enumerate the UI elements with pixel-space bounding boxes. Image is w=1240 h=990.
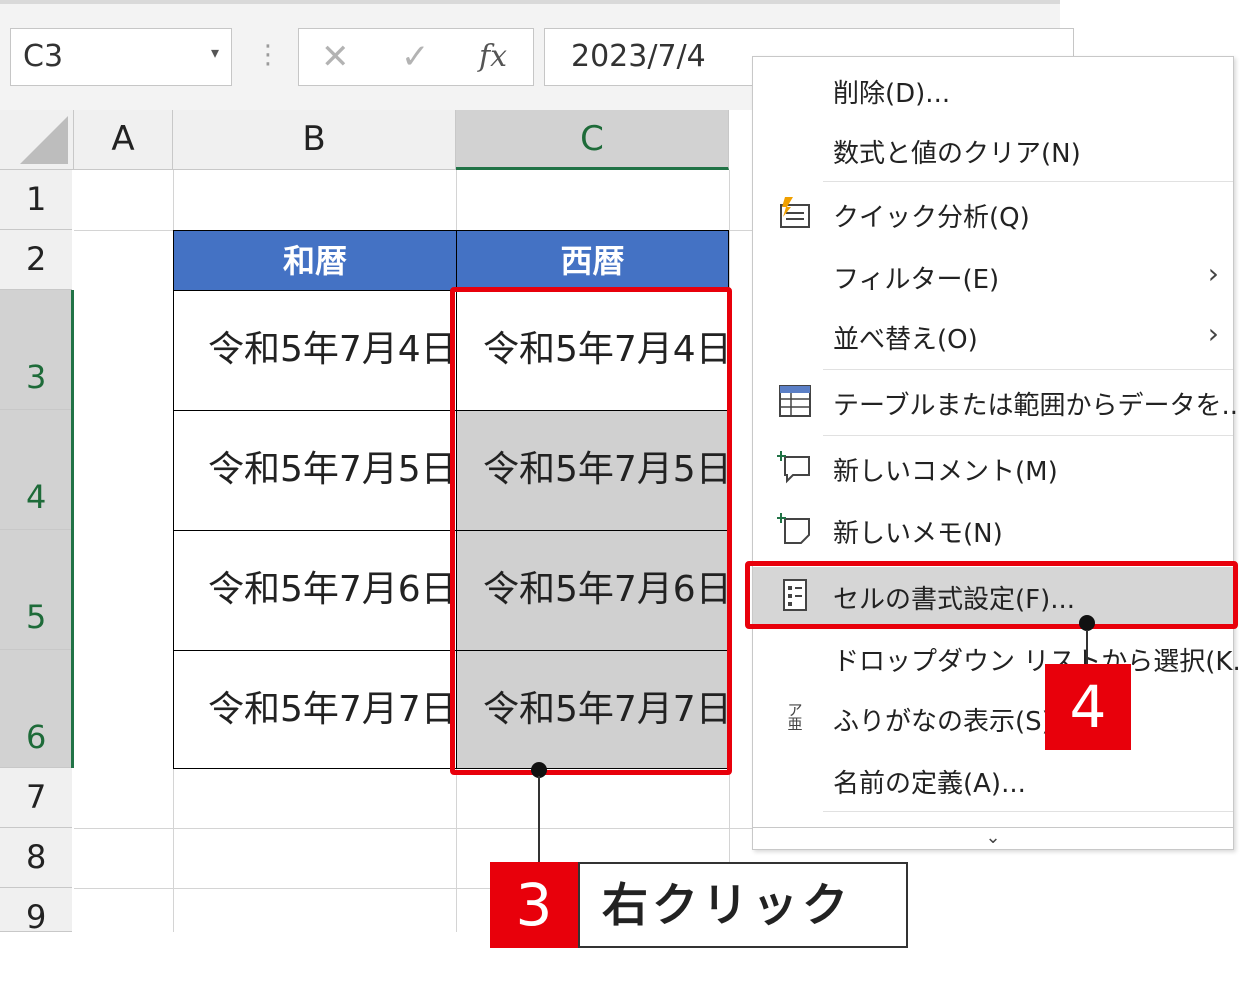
submenu-arrow-icon: › xyxy=(1207,257,1219,290)
column-header-b[interactable]: B xyxy=(173,110,456,170)
row-header-1[interactable]: 1 xyxy=(0,170,72,230)
cancel-icon[interactable]: ✕ xyxy=(321,37,350,77)
menu-item-clear-contents[interactable]: 数式と値のクリア(N) xyxy=(753,121,1233,179)
cell-b5[interactable]: 令和5年7月6日 xyxy=(173,530,457,651)
menu-item-delete[interactable]: 削除(D)... xyxy=(753,61,1233,119)
row-header-5[interactable]: 5 xyxy=(0,530,72,650)
quick-analysis-icon xyxy=(777,195,813,231)
menu-item-define-name[interactable]: 名前の定義(A)... xyxy=(753,751,1233,809)
menu-item-quick-analysis[interactable]: クイック分析(Q) xyxy=(753,185,1233,243)
select-all-button[interactable] xyxy=(0,110,74,170)
table-header-seireki[interactable]: 西暦 xyxy=(456,230,729,291)
menu-expand-chevron-icon[interactable]: ⌄ xyxy=(753,827,1233,849)
menu-item-filter[interactable]: フィルター(E) › xyxy=(753,247,1233,305)
table-icon xyxy=(777,383,813,419)
select-all-triangle-icon xyxy=(20,116,68,164)
row-selection-indicator xyxy=(71,290,74,768)
menu-item-pick-from-dropdown[interactable]: ドロップダウン リストから選択(K... xyxy=(753,629,1240,687)
row-header-3[interactable]: 3 xyxy=(0,290,72,410)
insert-function-icon[interactable]: fx xyxy=(479,39,507,74)
cell-b6[interactable]: 令和5年7月7日 xyxy=(173,650,457,769)
table-header-wareki[interactable]: 和暦 xyxy=(173,230,457,291)
row-header-9[interactable]: 9 xyxy=(0,888,72,932)
row-header-8[interactable]: 8 xyxy=(0,828,72,888)
new-comment-icon xyxy=(776,449,813,485)
callout-3-leader-line xyxy=(538,776,540,862)
formula-buttons: ✕ ✓ fx xyxy=(298,28,534,86)
name-box-value: C3 xyxy=(23,39,64,74)
step-4-badge: 4 xyxy=(1045,664,1131,750)
cell-b3[interactable]: 令和5年7月4日 xyxy=(173,290,457,411)
callout-4-anchor-dot xyxy=(1079,615,1095,631)
menu-item-new-note[interactable]: 新しいメモ(N) xyxy=(753,501,1233,559)
column-header-a[interactable]: A xyxy=(74,110,173,170)
cell-b4[interactable]: 令和5年7月5日 xyxy=(173,410,457,531)
row-header-7[interactable]: 7 xyxy=(0,768,72,828)
callout-4-leader-line xyxy=(1086,630,1088,666)
row-header-2[interactable]: 2 xyxy=(0,230,72,290)
enter-icon[interactable]: ✓ xyxy=(401,37,430,77)
step-3-badge: 3 xyxy=(490,862,578,948)
menu-separator xyxy=(823,181,1233,182)
menu-item-new-comment[interactable]: 新しいコメント(M) xyxy=(753,439,1233,497)
step-3-label: 右クリック xyxy=(578,862,908,948)
formula-bar-grip-icon[interactable]: ⋮ xyxy=(255,40,281,70)
menu-separator xyxy=(823,811,1233,812)
context-menu: 削除(D)... 数式と値のクリア(N) クイック分析(Q) フィルター(E) … xyxy=(752,56,1240,850)
format-cells-highlight-box xyxy=(745,561,1238,629)
column-header-c[interactable]: C xyxy=(456,110,729,170)
row-header-4[interactable]: 4 xyxy=(0,410,72,530)
furigana-icon: ア 亜 xyxy=(787,701,803,733)
menu-separator xyxy=(823,369,1233,370)
name-box[interactable]: C3 ▾ xyxy=(10,28,232,86)
submenu-arrow-icon: › xyxy=(1207,317,1219,350)
menu-item-get-data-from-table[interactable]: テーブルまたは範囲からデータを... xyxy=(753,373,1240,431)
menu-separator xyxy=(823,435,1233,436)
menu-item-show-furigana[interactable]: ア 亜 ふりがなの表示(S) xyxy=(753,689,1233,747)
row-header-6[interactable]: 6 xyxy=(0,650,72,768)
name-box-dropdown-icon[interactable]: ▾ xyxy=(211,43,219,62)
selection-highlight-box xyxy=(450,287,732,775)
new-note-icon xyxy=(776,511,813,547)
gridline xyxy=(74,828,754,829)
menu-item-sort[interactable]: 並べ替え(O) › xyxy=(753,307,1233,365)
